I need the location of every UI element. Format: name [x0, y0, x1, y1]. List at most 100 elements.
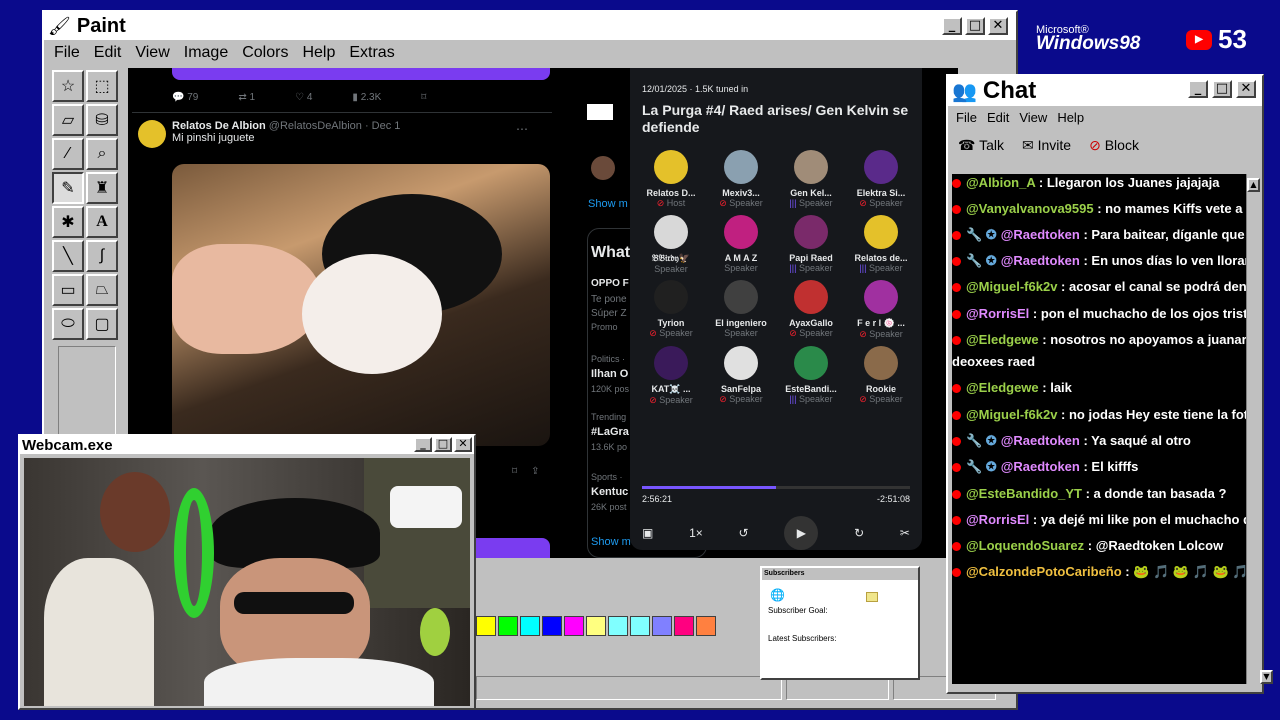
palette-swatch[interactable]: [542, 616, 562, 636]
menu-colors[interactable]: Colors: [242, 44, 288, 62]
block-button[interactable]: ⊘ Block: [1089, 137, 1139, 154]
chat-username[interactable]: @EsteBandido_YT: [966, 486, 1082, 501]
avatar[interactable]: [138, 120, 166, 148]
menu-extras[interactable]: Extras: [349, 44, 394, 62]
maximize-button[interactable]: □: [1212, 80, 1232, 98]
polygon-icon[interactable]: ⏢: [86, 274, 118, 306]
participant[interactable]: SanFelpaSpeaker: [706, 346, 776, 406]
captions-icon[interactable]: ▣: [642, 526, 653, 540]
participant[interactable]: EsteBandi...Speaker: [776, 346, 846, 406]
menu-file[interactable]: File: [54, 44, 80, 62]
share-icon[interactable]: ⇪: [531, 466, 539, 477]
chat-username[interactable]: @Eledgewe: [966, 332, 1039, 347]
palette-swatch[interactable]: [608, 616, 628, 636]
palette-swatch[interactable]: [630, 616, 650, 636]
close-button[interactable]: ✕: [1236, 80, 1256, 98]
fill-bucket-icon[interactable]: ⛁: [86, 104, 118, 136]
participant[interactable]: Gen Kel...Speaker: [776, 150, 846, 209]
participant[interactable]: RookieSpeaker: [846, 346, 916, 406]
chat-username[interactable]: @LoquendoSuarez: [966, 538, 1084, 553]
airbrush-icon[interactable]: ✱: [52, 206, 84, 238]
palette-swatch[interactable]: [520, 616, 540, 636]
chat-username[interactable]: @Miguel-f6k2v: [966, 279, 1057, 294]
palette-swatch[interactable]: [696, 616, 716, 636]
line-icon[interactable]: ╲: [52, 240, 84, 272]
chat-username[interactable]: @Raedtoken: [1001, 433, 1080, 448]
reply-count[interactable]: 💬 79: [172, 92, 198, 103]
participant[interactable]: Elektra Si...Speaker: [846, 150, 916, 209]
minimize-button[interactable]: _: [1188, 80, 1208, 98]
like-count[interactable]: ♡ 4: [295, 92, 312, 103]
chat-username[interactable]: @Raedtoken: [1001, 253, 1080, 268]
participant[interactable]: 𝔅𝔅𝔦𝔯𝔡𝔶🦅 Speaker: [636, 215, 706, 274]
participant[interactable]: Relatos D...Host: [636, 150, 706, 209]
text-tool-icon[interactable]: A: [86, 206, 118, 238]
minimize-button[interactable]: _: [942, 17, 962, 35]
chat-username[interactable]: @Albion_A: [966, 175, 1035, 190]
participant[interactable]: F e r l 🍥 ...Speaker: [846, 280, 916, 340]
clip-icon[interactable]: ✂: [900, 526, 910, 540]
magnifier-icon[interactable]: ⌕: [86, 138, 118, 170]
palette-swatch[interactable]: [674, 616, 694, 636]
participant[interactable]: TyrionSpeaker: [636, 280, 706, 340]
playback-progress[interactable]: [642, 486, 910, 489]
chat-menu-file[interactable]: File: [956, 110, 977, 125]
chat-username[interactable]: @RorrisEl: [966, 512, 1029, 527]
participant[interactable]: Relatos de...Speaker: [846, 215, 916, 274]
participant[interactable]: KAT☠️ ...Speaker: [636, 346, 706, 406]
chat-log[interactable]: @Albion_A : Llegaron los Juanes jajajaja…: [952, 174, 1246, 684]
palette-swatch[interactable]: [652, 616, 672, 636]
rounded-rect-icon[interactable]: ▢: [86, 308, 118, 340]
chat-username[interactable]: @Vanyalvanova9595: [966, 201, 1094, 216]
menu-view[interactable]: View: [135, 44, 169, 62]
chat-menu-view[interactable]: View: [1019, 110, 1047, 125]
rect-select-icon[interactable]: ⬚: [86, 70, 118, 102]
free-select-icon[interactable]: ☆: [52, 70, 84, 102]
show-more-link-2[interactable]: Show m: [591, 536, 631, 548]
menu-edit[interactable]: Edit: [94, 44, 122, 62]
more-icon[interactable]: ⋯: [516, 122, 528, 136]
subscribers-titlebar[interactable]: Subscribers: [762, 568, 918, 578]
speed-button[interactable]: 1×: [689, 526, 703, 540]
chat-username[interactable]: @Raedtoken: [1001, 227, 1080, 242]
minimize-button[interactable]: _: [414, 437, 432, 452]
chat-username[interactable]: @Eledgewe: [966, 380, 1039, 395]
participant[interactable]: Papi RaedSpeaker: [776, 215, 846, 274]
trend-3-name[interactable]: Kentuc: [591, 486, 628, 498]
chat-username[interactable]: @RorrisEl: [966, 306, 1029, 321]
chat-username[interactable]: @Raedtoken: [1001, 459, 1080, 474]
forward-icon[interactable]: ↻: [854, 526, 864, 540]
maximize-button[interactable]: □: [434, 437, 452, 452]
paint-titlebar[interactable]: 🖌 Paint: [44, 12, 1016, 40]
close-button[interactable]: ✕: [454, 437, 472, 452]
webcam-titlebar[interactable]: Webcam.exe: [20, 436, 474, 454]
show-more-link[interactable]: Show m: [588, 198, 628, 210]
pencil-icon[interactable]: ✎: [52, 172, 84, 204]
tweet-author[interactable]: Relatos De Albion: [172, 120, 266, 132]
ellipse-icon[interactable]: ⬭: [52, 308, 84, 340]
retweet-count[interactable]: ⇄ 1: [238, 92, 255, 103]
promo-title[interactable]: OPPO F: [591, 278, 629, 289]
palette-swatch[interactable]: [498, 616, 518, 636]
trend-1-name[interactable]: Ilhan O: [591, 368, 628, 380]
chat-username[interactable]: @CalzondePotoCaribeño: [966, 564, 1122, 579]
view-count[interactable]: ▮ 2.3K: [352, 92, 381, 103]
chat-menu-edit[interactable]: Edit: [987, 110, 1009, 125]
scroll-up-icon[interactable]: ▲: [1247, 178, 1260, 192]
participant[interactable]: AyaxGalloSpeaker: [776, 280, 846, 340]
palette-swatch[interactable]: [564, 616, 584, 636]
palette-swatch[interactable]: [586, 616, 606, 636]
close-button[interactable]: ✕: [988, 17, 1008, 35]
maximize-button[interactable]: □: [965, 17, 985, 35]
chat-username[interactable]: @Miguel-f6k2v: [966, 407, 1057, 422]
curve-icon[interactable]: ∫: [86, 240, 118, 272]
eyedropper-icon[interactable]: ∕: [52, 138, 84, 170]
chat-menu-help[interactable]: Help: [1057, 110, 1084, 125]
menu-help[interactable]: Help: [302, 44, 335, 62]
chat-scrollbar[interactable]: ▲ ▼: [1246, 174, 1273, 684]
bookmark-icon[interactable]: ⌑: [421, 92, 426, 103]
brush-icon[interactable]: ♜: [86, 172, 118, 204]
rectangle-icon[interactable]: ▭: [52, 274, 84, 306]
participant[interactable]: A M A Z Speaker: [706, 215, 776, 274]
menu-image[interactable]: Image: [184, 44, 228, 62]
